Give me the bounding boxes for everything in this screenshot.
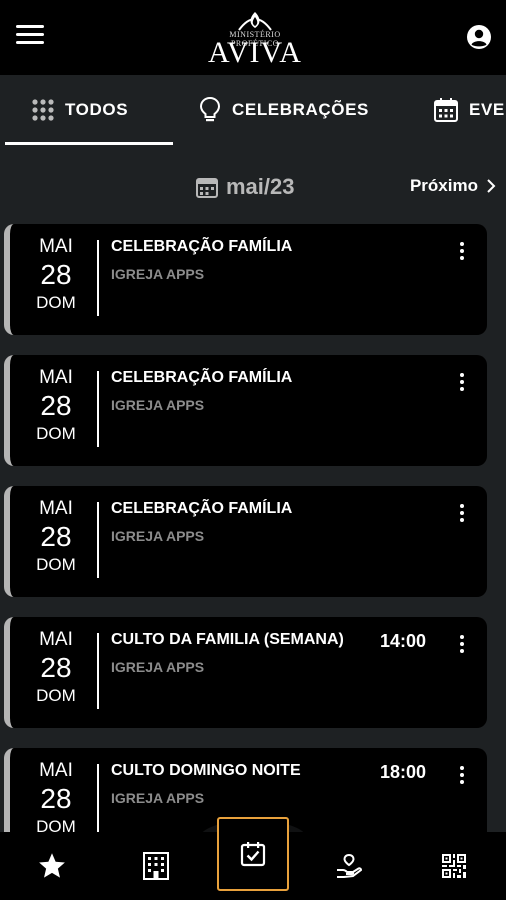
event-day: 28 [40,652,72,683]
nav-favorites[interactable] [16,832,88,900]
more-options-icon[interactable] [450,500,474,526]
event-date: MAI 28 DOM [16,367,96,445]
event-date: MAI 28 DOM [16,498,96,576]
category-tabs: TODOS CELEBRAÇÕES EVE [0,75,506,145]
calendar-grid-icon [434,98,458,122]
top-app-bar: MINISTÉRIO PROFÉTICO AVIVA [0,0,506,75]
event-day: 28 [40,783,72,814]
event-time: 14:00 [380,631,427,651]
logo-title: AVIVA [208,36,302,69]
flame-emblem-icon [238,12,272,31]
current-month: mai/23 [196,174,295,200]
event-weekday: DOM [36,686,76,705]
tab-todos[interactable]: TODOS [5,75,173,145]
tab-celebracoes[interactable]: CELEBRAÇÕES [198,75,369,145]
event-card[interactable]: MAI 28 DOM CULTO DA FAMILIA (SEMANA) IGR… [4,617,487,728]
next-month-label: Próximo [409,176,478,195]
event-day: 28 [40,521,72,552]
event-date: MAI 28 DOM [16,236,96,314]
event-weekday: DOM [36,555,76,574]
bottom-navigation [0,817,506,900]
event-month: MAI [39,367,73,388]
event-date: MAI 28 DOM [16,629,96,707]
menu-icon[interactable] [14,22,46,50]
event-title: CELEBRAÇÃO FAMÍLIA [111,238,293,255]
event-month: MAI [39,498,73,519]
event-weekday: DOM [36,424,76,443]
event-date: MAI 28 DOM [16,760,96,832]
more-options-icon[interactable] [450,369,474,395]
events-list: MAI 28 DOM CELEBRAÇÃO FAMÍLIA IGREJA APP… [0,224,506,832]
more-options-icon[interactable] [450,238,474,264]
next-month-button[interactable]: Próximo [410,176,496,196]
event-title: CELEBRAÇÃO FAMÍLIA [111,500,293,517]
date-divider [97,764,99,832]
nav-events[interactable] [217,817,289,891]
nav-qr-code[interactable] [418,832,490,900]
event-organization: IGREJA APPS [111,397,205,413]
lightbulb-icon [199,96,221,122]
month-navigator: mai/23 Próximo [0,160,506,216]
event-month: MAI [39,629,73,650]
event-month: MAI [39,760,73,781]
qr-code-icon [442,854,466,878]
event-weekday: DOM [36,293,76,312]
event-title: CULTO DA FAMILIA (SEMANA) [111,631,344,648]
nav-building[interactable] [120,832,192,900]
date-divider [97,633,99,709]
active-tab-indicator [5,142,173,145]
calendar-icon [196,178,218,198]
event-time: 18:00 [380,762,427,782]
grid-dots-icon [32,99,54,121]
giving-hand-icon [337,853,363,878]
date-divider [97,371,99,447]
event-card[interactable]: MAI 28 DOM CELEBRAÇÃO FAMÍLIA IGREJA APP… [4,355,487,466]
event-day: 28 [40,390,72,421]
calendar-check-icon [240,842,266,867]
date-divider [97,502,99,578]
month-label: mai/23 [226,174,295,199]
event-organization: IGREJA APPS [111,659,205,675]
more-options-icon[interactable] [450,762,474,788]
chevron-right-icon [487,179,496,193]
tab-label: EVE [469,100,505,119]
event-organization: IGREJA APPS [111,528,205,544]
event-title: CELEBRAÇÃO FAMÍLIA [111,369,293,386]
event-day: 28 [40,259,72,290]
ministry-logo: MINISTÉRIO PROFÉTICO AVIVA [205,4,305,70]
tab-label: CELEBRAÇÕES [232,100,369,119]
building-icon [143,852,169,880]
event-weekday: DOM [36,817,76,832]
more-options-icon[interactable] [450,631,474,657]
event-card[interactable]: MAI 28 DOM CELEBRAÇÃO FAMÍLIA IGREJA APP… [4,486,487,597]
event-organization: IGREJA APPS [111,790,205,806]
tab-eventos[interactable]: EVE [433,75,505,145]
account-icon[interactable] [465,23,493,51]
event-title: CULTO DOMINGO NOITE [111,762,301,779]
date-divider [97,240,99,316]
event-card[interactable]: MAI 28 DOM CELEBRAÇÃO FAMÍLIA IGREJA APP… [4,224,487,335]
tab-label: TODOS [65,100,129,119]
event-organization: IGREJA APPS [111,266,205,282]
event-month: MAI [39,236,73,257]
nav-giving[interactable] [313,832,385,900]
star-icon [39,853,65,878]
